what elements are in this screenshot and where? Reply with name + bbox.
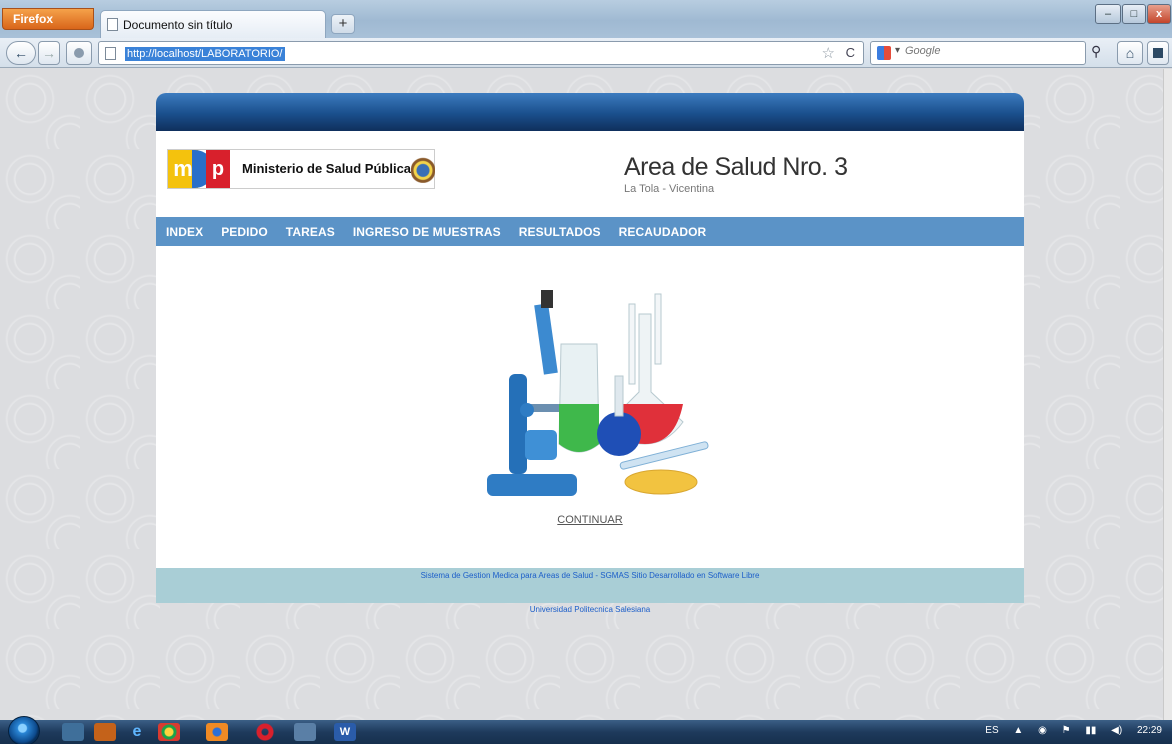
test-tube-2	[654, 293, 662, 365]
microscope-eyepiece	[541, 290, 553, 308]
site-footer: Sistema de Gestion Medica para Areas de …	[156, 568, 1024, 603]
menu-resultados[interactable]: RESULTADOS	[519, 225, 601, 239]
site-top-banner	[156, 93, 1024, 131]
university-credit: Universidad Politecnica Salesiana	[529, 605, 651, 614]
start-button-icon[interactable]	[8, 716, 40, 744]
ecuador-crest-icon	[411, 155, 435, 183]
bookmarks-icon	[1153, 48, 1163, 58]
vertical-scrollbar[interactable]	[1163, 69, 1172, 720]
menu-recaudador[interactable]: RECAUDADOR	[619, 225, 707, 239]
search-input[interactable]	[905, 45, 1075, 57]
site-identity-icon	[74, 48, 84, 58]
forward-button[interactable]: →	[38, 41, 60, 65]
microscope-arm	[509, 374, 527, 474]
site-container: m p Ministerio de Salud Pública Area de …	[156, 93, 1024, 614]
forward-arrow-icon: →	[42, 45, 56, 61]
petri-dish	[624, 469, 698, 495]
firefox-menu-button[interactable]: Firefox	[2, 8, 94, 30]
browser-navbar: ← → http://localhost/LABORATORIO/ ☆ C ▾ …	[0, 38, 1172, 68]
action-center-icon[interactable]: ⚑	[1062, 725, 1071, 736]
bookmark-star-icon[interactable]: ☆	[822, 44, 835, 62]
word-taskbar-icon[interactable]: W	[334, 723, 356, 741]
home-button[interactable]: ⌂	[1117, 41, 1143, 65]
browser-titlebar: Firefox Documento sin título + – □ x	[0, 0, 1172, 38]
reload-icon[interactable]: C	[846, 45, 855, 60]
language-indicator[interactable]: ES	[985, 725, 998, 736]
search-bar[interactable]: ▾	[870, 41, 1086, 65]
explorer-taskbar-icon[interactable]	[62, 723, 84, 741]
firefox-taskbar-icon[interactable]	[206, 723, 228, 741]
identity-button[interactable]	[66, 41, 92, 65]
menu-tareas[interactable]: TAREAS	[286, 225, 335, 239]
tab-documento-sin-titulo[interactable]: Documento sin título	[100, 10, 326, 38]
network-icon[interactable]: ◉	[1038, 725, 1047, 736]
menu-pedido[interactable]: PEDIDO	[221, 225, 268, 239]
menu-index[interactable]: INDEX	[166, 225, 203, 239]
system-tray: ES ▲ ◉ ⚑ ▮▮ ◀) 22:29	[973, 725, 1162, 736]
main-content: CONTINUAR	[156, 246, 1024, 568]
continue-link[interactable]: CONTINUAR	[156, 514, 1024, 526]
minimize-button[interactable]: –	[1095, 4, 1121, 24]
close-window-button[interactable]: x	[1147, 4, 1171, 24]
internet-explorer-taskbar-icon[interactable]: e	[126, 723, 148, 741]
tab-title: Documento sin título	[123, 18, 233, 32]
page-viewport: m p Ministerio de Salud Pública Area de …	[0, 69, 1172, 720]
chrome-taskbar-icon[interactable]	[158, 723, 180, 741]
ministry-logo: m p Ministerio de Salud Pública	[167, 149, 435, 189]
clock[interactable]: 22:29	[1137, 725, 1162, 736]
microscope-joint	[520, 403, 534, 417]
windows-taskbar: e W ES ▲ ◉ ⚑ ▮▮ ◀) 22:29	[0, 716, 1172, 744]
url-bar[interactable]: http://localhost/LABORATORIO/ ☆ C	[98, 41, 864, 65]
logo-p: p	[206, 150, 230, 188]
new-tab-button[interactable]: +	[331, 14, 355, 34]
microscope-base	[487, 474, 577, 496]
home-icon: ⌂	[1125, 45, 1135, 61]
footer-text: Sistema de Gestion Medica para Areas de …	[420, 571, 760, 580]
laboratory-image	[487, 290, 709, 496]
beaker-green-liquid	[559, 404, 599, 452]
site-header: m p Ministerio de Salud Pública Area de …	[156, 131, 1024, 217]
opera-taskbar-icon[interactable]	[254, 723, 276, 741]
document-icon	[107, 18, 118, 31]
area-title: Area de Salud Nro. 3	[624, 153, 848, 181]
search-engine-dropdown-icon[interactable]: ▾	[895, 45, 900, 56]
round-flask-blue	[597, 412, 641, 456]
app-taskbar-icon[interactable]	[294, 723, 316, 741]
test-tube	[628, 303, 636, 385]
google-icon[interactable]	[877, 46, 891, 60]
volume-icon[interactable]: ◀)	[1111, 725, 1122, 736]
microscope-focus-knob	[525, 430, 557, 460]
area-subtitle: La Tola - Vicentina	[624, 183, 715, 195]
ministry-name: Ministerio de Salud Pública	[242, 161, 412, 176]
round-flask-neck	[614, 375, 624, 417]
back-arrow-icon: ←	[14, 45, 28, 61]
media-player-taskbar-icon[interactable]	[94, 723, 116, 741]
signal-icon[interactable]: ▮▮	[1085, 725, 1096, 736]
microscope-tube	[534, 303, 558, 375]
maximize-button[interactable]: □	[1122, 4, 1146, 24]
main-menu: INDEX PEDIDO TAREAS INGRESO DE MUESTRAS …	[156, 217, 1024, 246]
url-text[interactable]: http://localhost/LABORATORIO/	[125, 47, 285, 61]
tray-expand-icon[interactable]: ▲	[1013, 725, 1023, 736]
page-icon	[105, 47, 116, 60]
search-magnifier-icon[interactable]: ⚲	[1091, 43, 1101, 60]
back-button[interactable]: ←	[6, 41, 36, 65]
menu-ingreso-de-muestras[interactable]: INGRESO DE MUESTRAS	[353, 225, 501, 239]
bookmarks-button[interactable]	[1147, 41, 1169, 65]
